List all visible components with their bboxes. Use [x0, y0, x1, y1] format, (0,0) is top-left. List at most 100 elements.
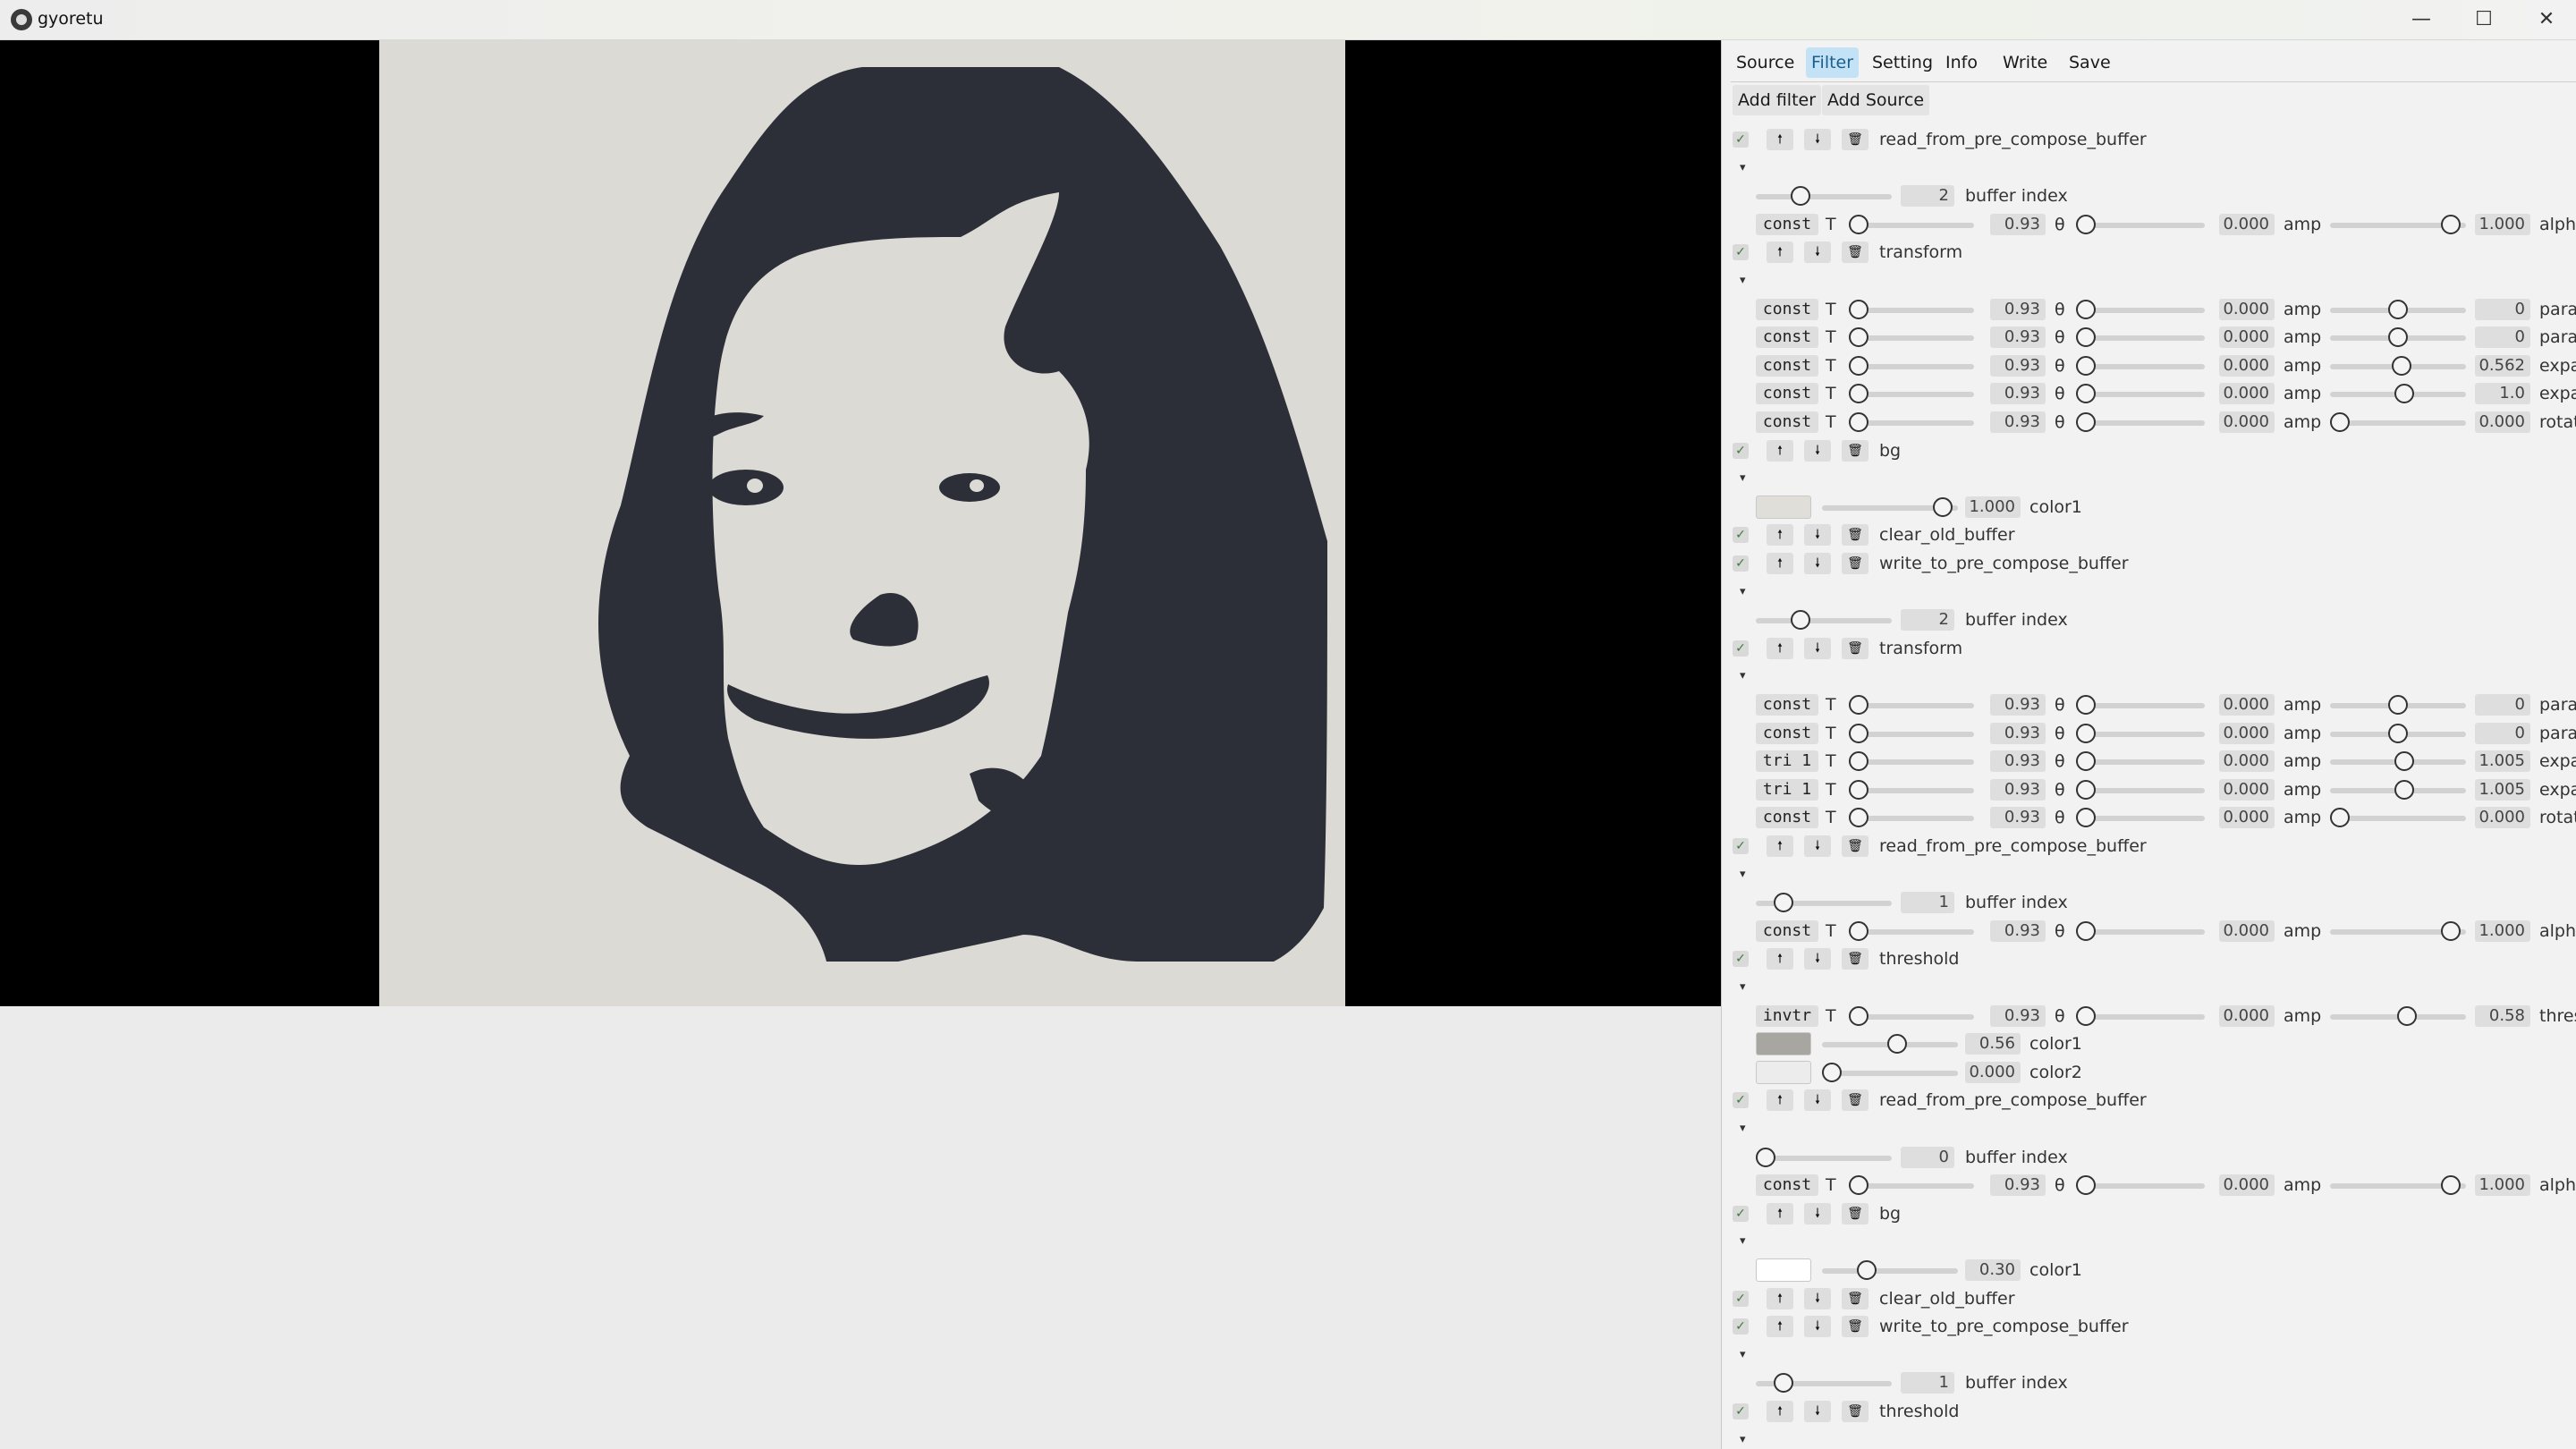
- phase-value[interactable]: 0.000: [2219, 919, 2275, 942]
- wave-mode-selector[interactable]: const: [1756, 1174, 1818, 1197]
- amplitude-slider-track[interactable]: [2330, 420, 2466, 426]
- tab-info[interactable]: Info: [1940, 47, 1983, 78]
- buffer-index-value[interactable]: 1: [1901, 892, 1954, 914]
- phase-value[interactable]: 0.000: [2219, 694, 2275, 716]
- phase-slider-handle[interactable]: [2076, 751, 2096, 772]
- move-up-button[interactable]: 🠕: [1767, 1401, 1793, 1422]
- period-slider-handle[interactable]: [1849, 751, 1868, 772]
- amplitude-value[interactable]: 0.58: [2475, 1004, 2530, 1027]
- period-value[interactable]: 0.93: [1990, 213, 2046, 235]
- minimize-button[interactable]: —: [2390, 0, 2453, 39]
- period-slider-handle[interactable]: [1849, 920, 1868, 941]
- wave-mode-selector[interactable]: const: [1756, 807, 1818, 829]
- phase-value[interactable]: 0.000: [2219, 722, 2275, 744]
- amplitude-slider-handle[interactable]: [2391, 355, 2411, 376]
- collapse-toggle-icon[interactable]: ▾: [1740, 1342, 1746, 1368]
- amplitude-slider-handle[interactable]: [2394, 779, 2414, 800]
- filter-enabled-checkbox[interactable]: ✓: [1733, 244, 1749, 261]
- phase-slider-handle[interactable]: [2076, 1005, 2096, 1026]
- buffer-index-slider-track[interactable]: [1756, 1155, 1892, 1161]
- move-up-button[interactable]: 🠕: [1767, 1202, 1793, 1224]
- color-swatch[interactable]: [1756, 1060, 1811, 1084]
- period-value[interactable]: 0.93: [1990, 722, 2046, 744]
- amplitude-slider-handle[interactable]: [2330, 412, 2350, 432]
- wave-mode-selector[interactable]: const: [1756, 383, 1818, 405]
- delete-filter-trash-icon[interactable]: 🗑: [1842, 1089, 1868, 1112]
- close-button[interactable]: ✕: [2515, 0, 2576, 39]
- move-down-button[interactable]: 🠗: [1804, 1401, 1831, 1422]
- phase-value[interactable]: 0.000: [2219, 213, 2275, 235]
- filter-enabled-checkbox[interactable]: ✓: [1733, 1205, 1749, 1222]
- period-slider-handle[interactable]: [1849, 808, 1868, 828]
- delete-filter-trash-icon[interactable]: 🗑: [1842, 129, 1868, 150]
- wave-mode-selector[interactable]: const: [1756, 919, 1818, 942]
- period-slider-handle[interactable]: [1849, 412, 1868, 432]
- buffer-index-slider-handle[interactable]: [1791, 610, 1810, 631]
- buffer-index-slider-track[interactable]: [1756, 618, 1892, 624]
- collapse-toggle-icon[interactable]: ▾: [1740, 663, 1746, 690]
- add-filter-button[interactable]: Add filter: [1733, 85, 1822, 115]
- period-value[interactable]: 0.93: [1990, 750, 2046, 773]
- wave-mode-selector[interactable]: const: [1756, 722, 1818, 744]
- amplitude-slider-handle[interactable]: [2388, 299, 2408, 319]
- delete-filter-trash-icon[interactable]: 🗑: [1842, 1316, 1868, 1338]
- period-slider-handle[interactable]: [1849, 214, 1868, 234]
- phase-value[interactable]: 0.000: [2219, 807, 2275, 829]
- period-slider-handle[interactable]: [1849, 299, 1868, 319]
- period-slider-handle[interactable]: [1849, 779, 1868, 800]
- delete-filter-trash-icon[interactable]: 🗑: [1842, 1202, 1868, 1224]
- color-swatch[interactable]: [1756, 495, 1811, 519]
- move-up-button[interactable]: 🠕: [1767, 553, 1793, 574]
- move-down-button[interactable]: 🠗: [1804, 948, 1831, 970]
- wave-mode-selector[interactable]: tri 1: [1756, 750, 1818, 773]
- collapse-toggle-icon[interactable]: ▾: [1740, 1427, 1746, 1449]
- amplitude-value[interactable]: 0.000: [2475, 807, 2530, 829]
- buffer-index-slider-handle[interactable]: [1791, 186, 1810, 207]
- amplitude-value[interactable]: 1.000: [2475, 919, 2530, 942]
- move-down-button[interactable]: 🠗: [1804, 439, 1831, 462]
- filter-enabled-checkbox[interactable]: ✓: [1733, 1290, 1749, 1307]
- amplitude-slider-handle[interactable]: [2440, 214, 2461, 234]
- move-up-button[interactable]: 🠕: [1767, 1089, 1793, 1112]
- filter-enabled-checkbox[interactable]: ✓: [1733, 951, 1749, 968]
- buffer-index-slider-track[interactable]: [1756, 194, 1892, 200]
- period-value[interactable]: 0.93: [1990, 919, 2046, 942]
- phase-value[interactable]: 0.000: [2219, 411, 2275, 433]
- collapse-toggle-icon[interactable]: ▾: [1740, 1228, 1746, 1255]
- filter-enabled-checkbox[interactable]: ✓: [1733, 555, 1749, 572]
- delete-filter-trash-icon[interactable]: 🗑: [1842, 524, 1868, 547]
- amplitude-value[interactable]: 0.562: [2475, 354, 2530, 377]
- period-value[interactable]: 0.93: [1990, 807, 2046, 829]
- amplitude-slider-handle[interactable]: [2394, 751, 2414, 772]
- filter-enabled-checkbox[interactable]: ✓: [1733, 640, 1749, 657]
- tab-filter[interactable]: Filter: [1806, 47, 1860, 78]
- filter-enabled-checkbox[interactable]: ✓: [1733, 131, 1749, 148]
- buffer-index-value[interactable]: 2: [1901, 185, 1954, 208]
- buffer-index-value[interactable]: 1: [1901, 1372, 1954, 1394]
- tab-setting[interactable]: Setting: [1867, 47, 1938, 78]
- amplitude-value[interactable]: 0: [2475, 694, 2530, 716]
- move-down-button[interactable]: 🠗: [1804, 553, 1831, 574]
- move-up-button[interactable]: 🠕: [1767, 835, 1793, 857]
- color-level-slider-handle[interactable]: [1857, 1260, 1877, 1280]
- move-down-button[interactable]: 🠗: [1804, 1089, 1831, 1112]
- filter-enabled-checkbox[interactable]: ✓: [1733, 442, 1749, 459]
- delete-filter-trash-icon[interactable]: 🗑: [1842, 637, 1868, 659]
- buffer-index-value[interactable]: 2: [1901, 609, 1954, 631]
- delete-filter-trash-icon[interactable]: 🗑: [1842, 242, 1868, 264]
- amplitude-slider-track[interactable]: [2330, 816, 2466, 822]
- collapse-toggle-icon[interactable]: ▾: [1740, 465, 1746, 492]
- color-level-value[interactable]: 0.30: [1965, 1259, 2021, 1281]
- phase-slider-handle[interactable]: [2076, 1175, 2096, 1196]
- amplitude-value[interactable]: 0.000: [2475, 411, 2530, 433]
- tab-save[interactable]: Save: [2063, 47, 2116, 78]
- collapse-toggle-icon[interactable]: ▾: [1740, 974, 1746, 1001]
- phase-value[interactable]: 0.000: [2219, 298, 2275, 320]
- amplitude-slider-handle[interactable]: [2440, 920, 2461, 941]
- move-down-button[interactable]: 🠗: [1804, 1316, 1831, 1338]
- move-up-button[interactable]: 🠕: [1767, 948, 1793, 970]
- amplitude-slider-handle[interactable]: [2397, 1005, 2418, 1026]
- move-down-button[interactable]: 🠗: [1804, 242, 1831, 264]
- collapse-toggle-icon[interactable]: ▾: [1740, 861, 1746, 888]
- move-down-button[interactable]: 🠗: [1804, 835, 1831, 857]
